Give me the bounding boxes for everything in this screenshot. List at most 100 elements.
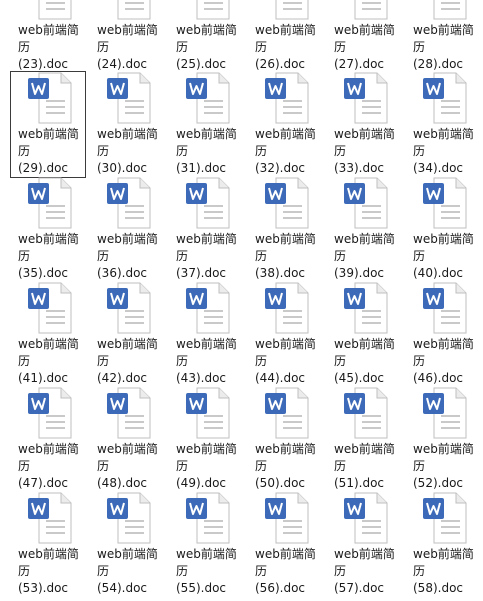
file-item[interactable]: web前端简历 (36).doc — [90, 177, 164, 282]
file-grid: web前端简历 (23).doc web前端简历 (24).doc web前端简历 … — [0, 0, 483, 601]
file-item[interactable]: web前端简历 (33).doc — [327, 72, 401, 177]
file-item[interactable]: web前端简历 (34).doc — [406, 72, 480, 177]
file-name-label: web前端简历 (44).doc — [255, 337, 316, 385]
file-item[interactable]: web前端简历 (27).doc — [327, 0, 401, 73]
word-document-icon — [27, 387, 73, 439]
file-item[interactable]: web前端简历 (23).doc — [11, 0, 85, 73]
file-item[interactable]: web前端简历 (28).doc — [406, 0, 480, 73]
word-document-icon — [422, 0, 468, 20]
word-document-icon — [185, 0, 231, 20]
word-document-icon — [343, 387, 389, 439]
file-name-label: web前端简历 (45).doc — [334, 337, 395, 385]
file-item[interactable]: web前端简历 (44).doc — [248, 282, 322, 387]
word-document-icon — [264, 492, 310, 544]
file-name-label: web前端简历 (34).doc — [413, 127, 474, 175]
file-name-label: web前端简历 (27).doc — [334, 23, 395, 71]
word-document-icon — [185, 177, 231, 229]
file-item[interactable]: web前端简历 (42).doc — [90, 282, 164, 387]
file-item[interactable]: web前端简历 (49).doc — [169, 387, 243, 492]
file-name-label: web前端简历 (31).doc — [176, 127, 237, 175]
word-document-icon — [264, 177, 310, 229]
file-item[interactable]: web前端简历 (48).doc — [90, 387, 164, 492]
file-name-label: web前端简历 (55).doc — [176, 547, 237, 595]
file-name-label: web前端简历 (24).doc — [97, 23, 158, 71]
word-document-icon — [27, 0, 73, 20]
word-document-icon — [343, 177, 389, 229]
file-name-label: web前端简历 (39).doc — [334, 232, 395, 280]
file-item[interactable]: web前端简历 (31).doc — [169, 72, 243, 177]
file-name-label: web前端简历 (32).doc — [255, 127, 316, 175]
file-name-label: web前端简历 (37).doc — [176, 232, 237, 280]
file-name-label: web前端简历 (57).doc — [334, 547, 395, 595]
file-item[interactable]: web前端简历 (30).doc — [90, 72, 164, 177]
word-document-icon — [106, 72, 152, 124]
file-item[interactable]: web前端简历 (53).doc — [11, 492, 85, 597]
file-name-label: web前端简历 (28).doc — [413, 23, 474, 71]
file-item[interactable]: web前端简历 (24).doc — [90, 0, 164, 73]
file-item[interactable]: web前端简历 (32).doc — [248, 72, 322, 177]
file-item[interactable]: web前端简历 (55).doc — [169, 492, 243, 597]
word-document-icon — [422, 387, 468, 439]
file-name-label: web前端简历 (49).doc — [176, 442, 237, 490]
file-item[interactable]: web前端简历 (56).doc — [248, 492, 322, 597]
file-name-label: web前端简历 (35).doc — [18, 232, 79, 280]
file-item[interactable]: web前端简历 (43).doc — [169, 282, 243, 387]
word-document-icon — [185, 282, 231, 334]
file-item[interactable]: web前端简历 (58).doc — [406, 492, 480, 597]
file-item[interactable]: web前端简历 (45).doc — [327, 282, 401, 387]
file-name-label: web前端简历 (52).doc — [413, 442, 474, 490]
file-item[interactable]: web前端简历 (26).doc — [248, 0, 322, 73]
file-item[interactable]: web前端简历 (54).doc — [90, 492, 164, 597]
file-item[interactable]: web前端简历 (38).doc — [248, 177, 322, 282]
word-document-icon — [27, 177, 73, 229]
file-item[interactable]: web前端简历 (47).doc — [11, 387, 85, 492]
word-document-icon — [106, 492, 152, 544]
word-document-icon — [27, 282, 73, 334]
file-name-label: web前端简历 (30).doc — [97, 127, 158, 175]
file-item[interactable]: web前端简历 (25).doc — [169, 0, 243, 73]
file-item[interactable]: web前端简历 (35).doc — [11, 177, 85, 282]
file-name-label: web前端简历 (42).doc — [97, 337, 158, 385]
word-document-icon — [106, 282, 152, 334]
word-document-icon — [343, 72, 389, 124]
word-document-icon — [343, 282, 389, 334]
file-item[interactable]: web前端简历 (51).doc — [327, 387, 401, 492]
file-name-label: web前端简历 (40).doc — [413, 232, 474, 280]
word-document-icon — [422, 177, 468, 229]
file-name-label: web前端简历 (53).doc — [18, 547, 79, 595]
word-document-icon — [106, 0, 152, 20]
word-document-icon — [422, 282, 468, 334]
file-name-label: web前端简历 (36).doc — [97, 232, 158, 280]
word-document-icon — [185, 72, 231, 124]
word-document-icon — [264, 387, 310, 439]
word-document-icon — [106, 387, 152, 439]
file-name-label: web前端简历 (47).doc — [18, 442, 79, 490]
word-document-icon — [185, 387, 231, 439]
word-document-icon — [264, 72, 310, 124]
word-document-icon — [264, 282, 310, 334]
file-name-label: web前端简历 (46).doc — [413, 337, 474, 385]
word-document-icon — [343, 0, 389, 20]
file-item[interactable]: web前端简历 (37).doc — [169, 177, 243, 282]
word-document-icon — [27, 492, 73, 544]
file-name-label: web前端简历 (58).doc — [413, 547, 474, 595]
file-item[interactable]: web前端简历 (41).doc — [11, 282, 85, 387]
file-name-label: web前端简历 (54).doc — [97, 547, 158, 595]
word-document-icon — [27, 72, 73, 124]
file-item[interactable]: web前端简历 (50).doc — [248, 387, 322, 492]
word-document-icon — [106, 177, 152, 229]
word-document-icon — [422, 72, 468, 124]
file-name-label: web前端简历 (41).doc — [18, 337, 79, 385]
file-name-label: web前端简历 (33).doc — [334, 127, 395, 175]
word-document-icon — [343, 492, 389, 544]
file-item[interactable]: web前端简历 (52).doc — [406, 387, 480, 492]
file-item[interactable]: web前端简历 (46).doc — [406, 282, 480, 387]
file-name-label: web前端简历 (50).doc — [255, 442, 316, 490]
word-document-icon — [422, 492, 468, 544]
file-name-label: web前端简历 (38).doc — [255, 232, 316, 280]
word-document-icon — [264, 0, 310, 20]
file-item[interactable]: web前端简历 (39).doc — [327, 177, 401, 282]
file-item[interactable]: web前端简历 (29).doc — [10, 71, 86, 178]
file-item[interactable]: web前端简历 (57).doc — [327, 492, 401, 597]
file-item[interactable]: web前端简历 (40).doc — [406, 177, 480, 282]
